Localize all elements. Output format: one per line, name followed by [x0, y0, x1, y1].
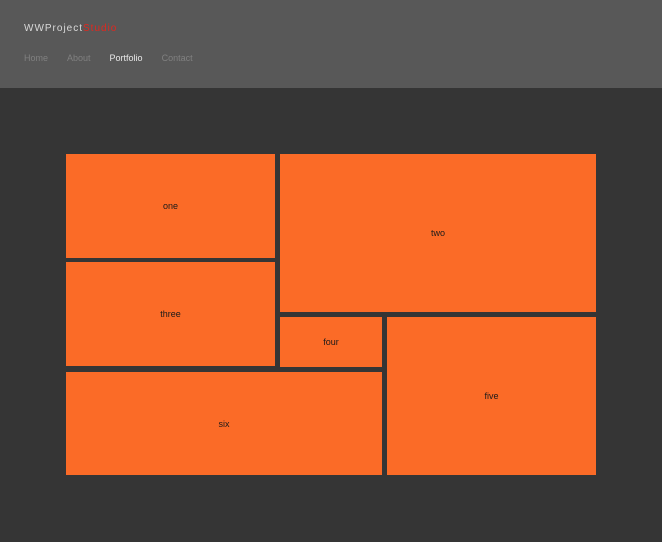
tile-label: four — [323, 337, 339, 347]
main-nav: Home About Portfolio Contact — [24, 53, 212, 63]
nav-link-portfolio[interactable]: Portfolio — [110, 53, 143, 63]
brand-accent: Studio — [83, 23, 118, 34]
nav-link-home[interactable]: Home — [24, 53, 48, 63]
tile-label: one — [162, 201, 179, 211]
portfolio-tile-three[interactable]: three — [66, 262, 275, 366]
tile-label: five — [484, 391, 499, 401]
site-logo[interactable]: WWProjectStudio — [24, 23, 117, 34]
site-header: WWProjectStudio Home About Portfolio Con… — [0, 0, 662, 88]
tile-label: two — [430, 228, 445, 238]
portfolio-tile-one[interactable]: one — [66, 154, 275, 258]
portfolio-tile-four[interactable]: four — [280, 317, 382, 367]
tile-label: three — [160, 309, 181, 319]
portfolio-tile-five[interactable]: five — [387, 317, 596, 475]
tile-label: six — [218, 418, 230, 429]
nav-link-contact[interactable]: Contact — [162, 53, 193, 63]
portfolio-tile-six[interactable]: six — [66, 372, 382, 475]
portfolio-tile-two[interactable]: two — [280, 154, 596, 312]
brand-name: WWProject — [24, 23, 83, 34]
nav-link-about[interactable]: About — [67, 53, 91, 63]
